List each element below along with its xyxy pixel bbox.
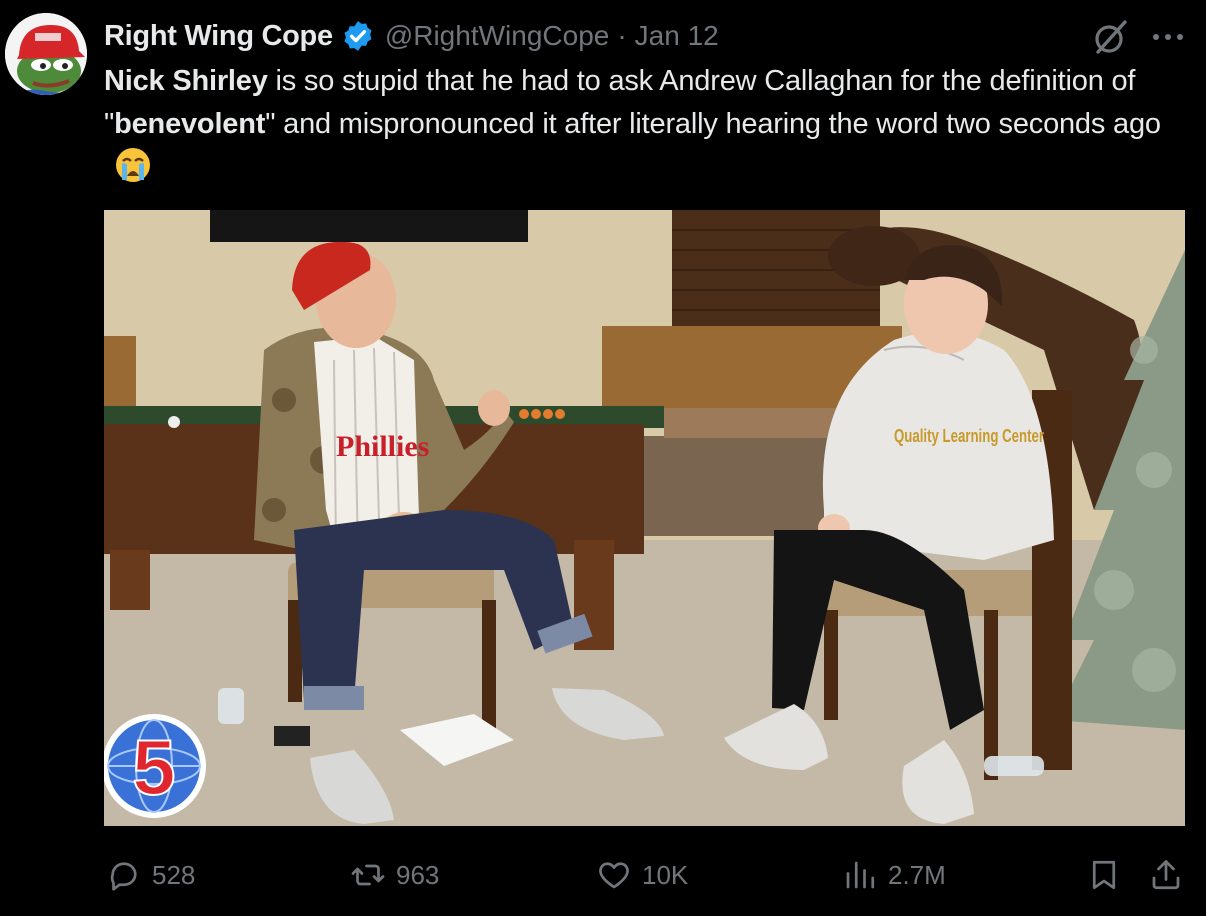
view-count: 2.7M: [888, 859, 946, 890]
grok-icon[interactable]: [1092, 18, 1130, 56]
repost-count: 963: [396, 859, 440, 890]
handle[interactable]: @RightWingCope: [385, 20, 610, 52]
tweet: Right Wing Cope @RightWingCope · Jan 12 …: [0, 0, 1206, 916]
pepe-avatar-icon: [5, 13, 87, 95]
channel-5-logo-icon: 5: [104, 714, 206, 818]
tweet-date[interactable]: Jan 12: [635, 20, 719, 52]
crying-face-emoji-icon: [114, 146, 152, 184]
bold-word-benevolent: benevolent: [114, 108, 266, 140]
share-icon: [1152, 860, 1180, 890]
tweet-media-video[interactable]: Phillies Quality Learning Center 5: [104, 210, 1185, 826]
mention-nick-shirley: Nick Shirley: [104, 65, 268, 97]
reply-button[interactable]: 528: [106, 854, 195, 896]
jersey-text: Phillies: [336, 430, 429, 463]
avatar[interactable]: [5, 13, 87, 95]
views-button[interactable]: 2.7M: [842, 854, 946, 896]
display-name[interactable]: Right Wing Cope: [104, 20, 333, 53]
verified-badge-icon: [341, 19, 375, 53]
like-count: 10K: [642, 859, 689, 890]
hoodie-text: Quality Learning Center: [894, 426, 1044, 446]
reply-count: 528: [152, 859, 196, 890]
bookmark-icon: [1092, 860, 1116, 890]
channel-logo-number: 5: [132, 723, 175, 811]
video-still-image: Phillies Quality Learning Center 5: [104, 210, 1185, 826]
bookmark-button[interactable]: [1086, 854, 1122, 896]
views-icon: [846, 861, 875, 889]
like-icon: [599, 862, 629, 889]
tweet-actions: 528 963 10K 2.7M: [0, 848, 1206, 904]
reply-icon: [110, 862, 137, 891]
repost-icon: [351, 864, 385, 886]
separator-dot: ·: [617, 20, 627, 51]
share-button[interactable]: [1148, 854, 1184, 896]
tweet-text-part: " and mispronounced it after literally h…: [265, 108, 1161, 140]
like-button[interactable]: 10K: [596, 854, 688, 896]
tweet-text: Nick Shirley is so stupid that he had to…: [104, 60, 1184, 189]
repost-button[interactable]: 963: [350, 854, 439, 896]
tweet-header: Right Wing Cope @RightWingCope · Jan 12: [104, 14, 719, 58]
more-icon[interactable]: [1148, 22, 1188, 52]
